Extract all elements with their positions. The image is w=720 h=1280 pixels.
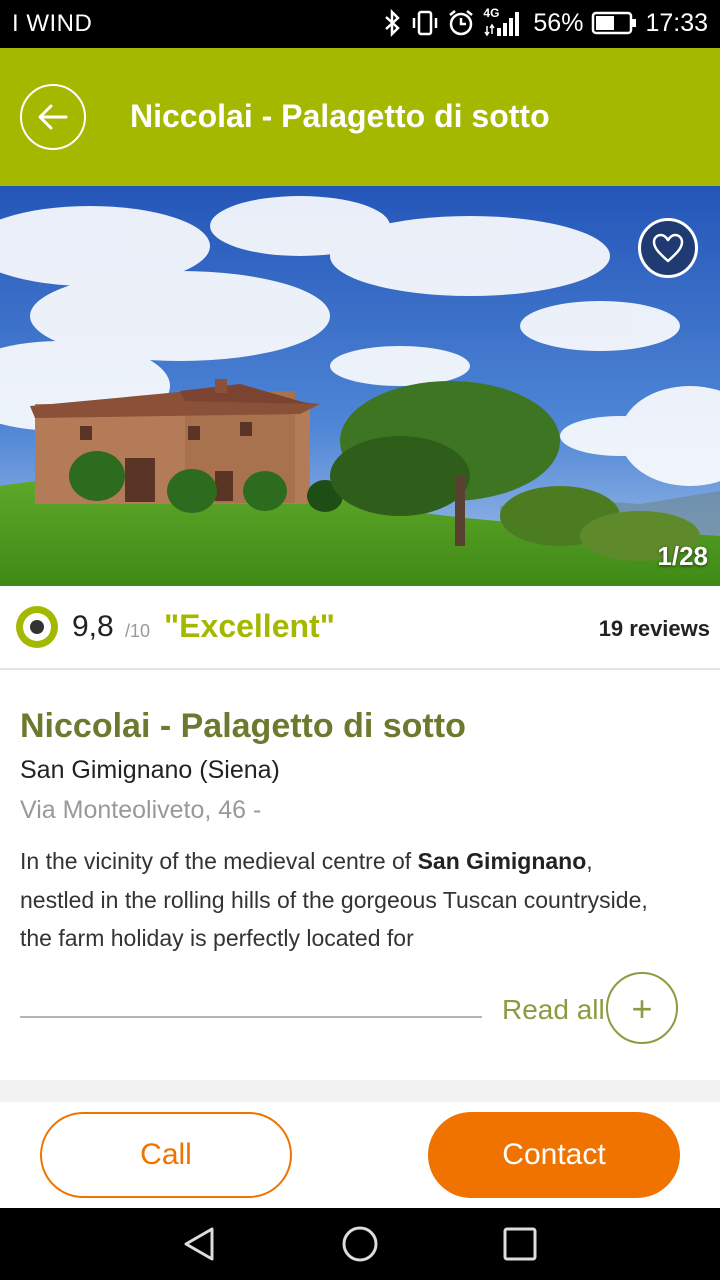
description-text: In the vicinity of the medieval centre o… [20,848,418,874]
nav-recents-icon[interactable] [502,1226,538,1262]
read-all-link[interactable]: Read all [502,994,605,1026]
bluetooth-icon [385,9,401,37]
nav-back-icon[interactable] [182,1226,218,1262]
clock: 17:33 [645,8,708,37]
review-count[interactable]: 19 reviews [599,616,710,642]
favorite-button[interactable] [638,218,698,278]
back-button[interactable] [20,84,86,150]
nav-home-icon[interactable] [340,1226,380,1262]
rating-score: 9,8 [72,610,114,643]
battery-icon [592,11,637,35]
rating-scale: /10 [125,621,151,641]
rating-bar[interactable]: 9,8 /10 "Excellent" 19 reviews [0,586,720,670]
description-highlight: San Gimignano [417,848,587,874]
vibrate-icon [413,10,438,36]
read-all-button[interactable]: + [606,972,678,1044]
read-all-row: Read all + [20,972,700,1048]
photo-counter: 1/28 [657,541,708,571]
app-bar: Niccolai - Palagetto di sotto [0,48,720,186]
rating-target-icon [16,606,58,648]
property-city: San Gimignano (Siena) [20,756,280,784]
divider [20,1016,482,1018]
status-icons: 4G 56% 17:33 [383,6,708,38]
battery-percent: 56% [533,8,584,37]
section-divider [0,1080,720,1102]
alarm-icon [449,10,474,36]
property-description: In the vicinity of the medieval centre o… [20,842,670,958]
property-address: Via Monteoliveto, 46 - [20,796,262,824]
farmhouse-photo [0,186,720,586]
action-bar: Call Contact [0,1102,720,1208]
system-nav-bar [0,1208,720,1280]
signal-indicator: 4G [483,6,525,38]
property-details: Niccolai - Palagetto di sotto San Gimign… [20,700,700,832]
contact-button[interactable]: Contact [428,1112,680,1198]
plus-icon: + [631,988,653,1029]
page-title: Niccolai - Palagetto di sotto [130,98,550,134]
carrier-name: I WIND [12,10,93,37]
rating-label: "Excellent" [164,608,335,644]
call-button[interactable]: Call [40,1112,292,1198]
property-name: Niccolai - Palagetto di sotto [20,707,466,745]
signal-icon [484,12,520,37]
heart-icon [652,233,684,263]
status-bar: I WIND 4G 56% 17:33 [0,0,720,48]
arrow-left-icon [38,104,68,130]
photo-gallery[interactable]: 1/28 [0,186,720,586]
